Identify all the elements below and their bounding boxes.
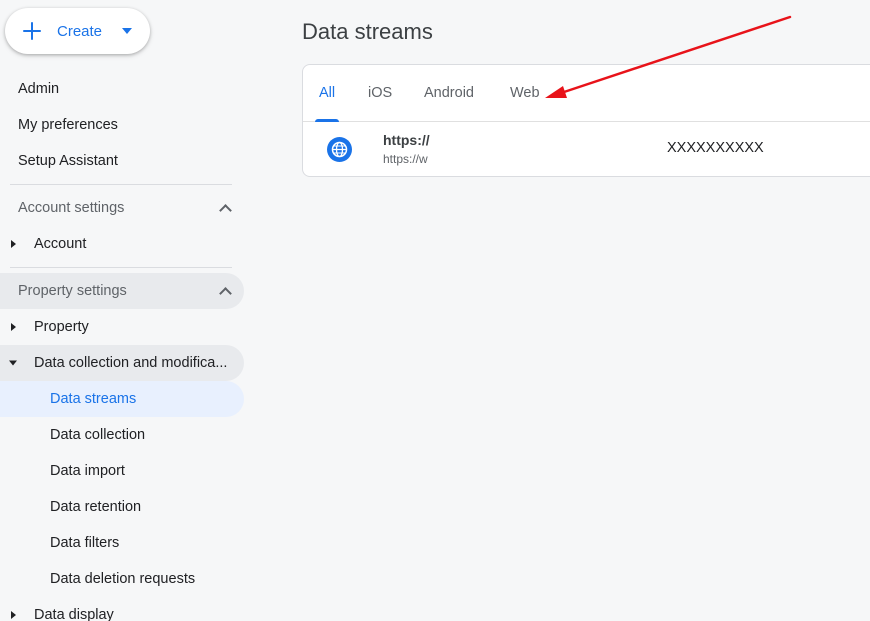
stream-type-tabs: All iOS Android Web: [303, 65, 870, 122]
sidebar-item-setup-assistant[interactable]: Setup Assistant: [0, 143, 240, 179]
chevron-up-icon: [219, 203, 232, 217]
tab-android[interactable]: Android: [424, 65, 474, 121]
sidebar-item-label: Account: [34, 236, 87, 252]
stream-id: XXXXXXXXXX: [667, 140, 764, 156]
stream-row[interactable]: https:// https://w XXXXXXXXXX: [303, 122, 870, 176]
plus-icon: [21, 20, 43, 42]
expand-arrow-icon: [11, 611, 16, 619]
sidebar-item-account[interactable]: Account: [0, 226, 244, 262]
account-settings-section-header[interactable]: Account settings: [0, 190, 244, 226]
data-streams-card: All iOS Android Web https:// https://w X…: [302, 64, 870, 177]
page-title: Data streams: [302, 19, 433, 44]
stream-name: https://: [383, 132, 430, 148]
sidebar-divider: [10, 184, 232, 185]
sidebar-item-my-preferences[interactable]: My preferences: [0, 107, 240, 143]
sidebar-item-data-retention[interactable]: Data retention: [0, 489, 244, 525]
create-button-label: Create: [57, 22, 103, 40]
sidebar-item-data-import[interactable]: Data import: [0, 453, 244, 489]
sidebar-item-data-collection[interactable]: Data collection: [0, 417, 244, 453]
create-button[interactable]: Create: [5, 8, 150, 54]
sidebar-item-label: Data retention: [50, 499, 142, 515]
expand-arrow-icon: [11, 240, 16, 248]
chevron-up-icon: [219, 286, 232, 300]
sidebar-item-label: Data collection: [50, 427, 146, 443]
expand-arrow-icon: [11, 323, 16, 331]
collapse-arrow-icon: [9, 360, 17, 366]
sidebar-item-property[interactable]: Property: [0, 309, 244, 345]
sidebar-item-data-streams[interactable]: Data streams: [0, 381, 244, 417]
sidebar-item-label: Data deletion requests: [50, 571, 196, 587]
section-label: Property settings: [18, 283, 127, 299]
sidebar-item-label: My preferences: [18, 117, 118, 133]
sidebar-item-label: Data import: [50, 463, 125, 479]
tab-ios[interactable]: iOS: [368, 65, 392, 121]
sidebar-item-label: Setup Assistant: [18, 153, 118, 169]
globe-icon: [327, 137, 352, 162]
sidebar: Create Admin My preferences Setup Assist…: [0, 0, 250, 621]
sidebar-item-data-display[interactable]: Data display: [0, 597, 244, 621]
section-label: Account settings: [18, 200, 125, 216]
sidebar-item-label: Data filters: [50, 535, 120, 551]
sidebar-divider: [10, 267, 232, 268]
tab-label: Android: [424, 85, 474, 101]
tab-web[interactable]: Web: [510, 65, 540, 121]
sidebar-item-admin[interactable]: Admin: [0, 71, 240, 107]
sidebar-item-data-deletion-requests[interactable]: Data deletion requests: [0, 561, 244, 597]
tab-all[interactable]: All: [314, 65, 340, 122]
caret-down-icon[interactable]: [122, 28, 132, 34]
stream-url: https://w: [383, 152, 428, 166]
tab-label: Web: [510, 85, 540, 101]
sidebar-item-data-filters[interactable]: Data filters: [0, 525, 244, 561]
sidebar-item-label: Admin: [18, 81, 60, 97]
tab-label: All: [319, 85, 336, 101]
tab-label: iOS: [368, 85, 393, 101]
sidebar-item-label: Data display: [34, 607, 114, 621]
sidebar-item-label: Data streams: [50, 391, 137, 407]
sidebar-item-label: Data collection and modifica...: [34, 355, 228, 371]
property-settings-section-header[interactable]: Property settings: [0, 273, 244, 309]
sidebar-item-data-collection-and-modification[interactable]: Data collection and modifica...: [0, 345, 244, 381]
sidebar-item-label: Property: [34, 319, 89, 335]
